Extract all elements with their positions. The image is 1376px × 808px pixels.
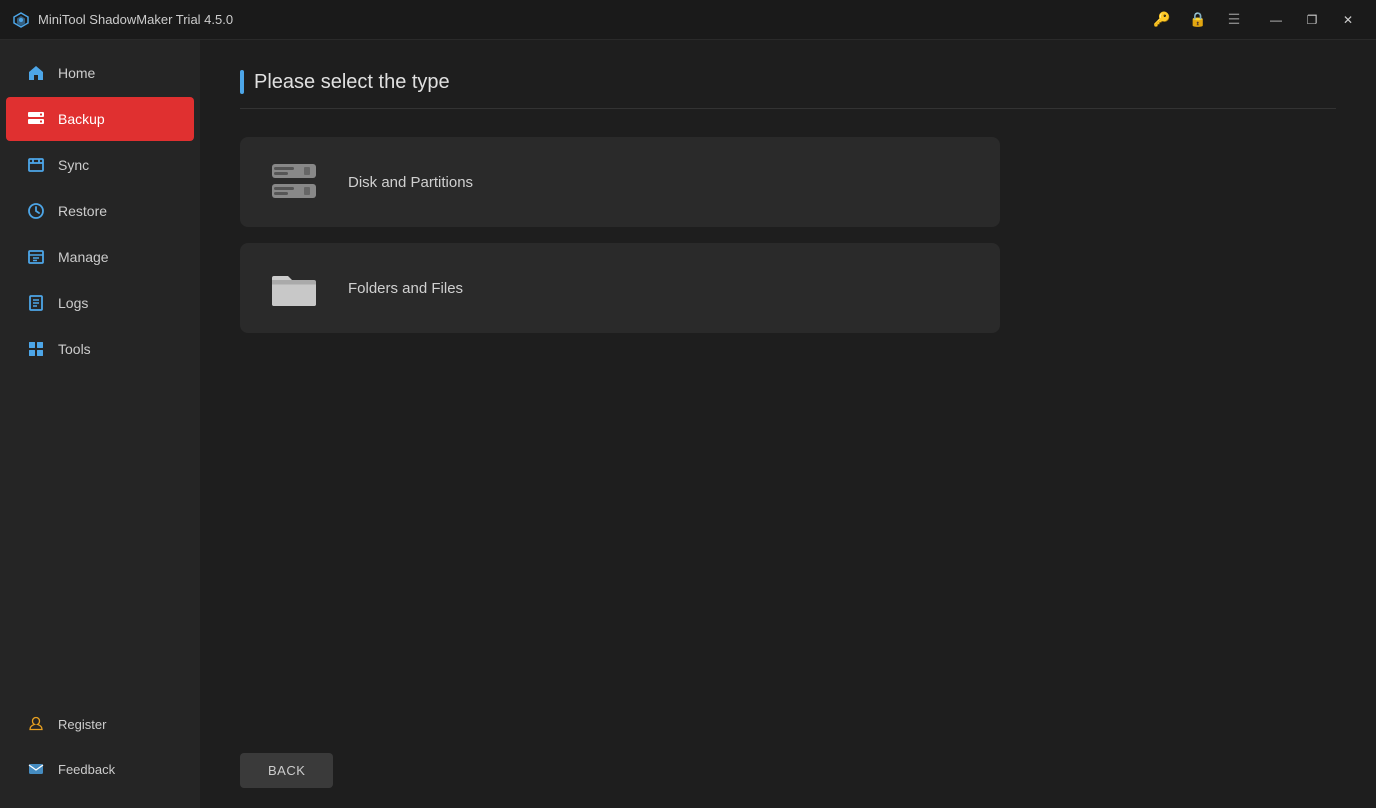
sidebar-item-logs-label: Logs	[58, 295, 88, 311]
section-title: Please select the type	[254, 71, 450, 94]
manage-icon	[26, 247, 46, 267]
sidebar-item-restore[interactable]: Restore	[6, 189, 194, 233]
folders-files-icon	[264, 263, 324, 313]
folders-files-card[interactable]: Folders and Files	[240, 243, 1000, 333]
sidebar-item-logs[interactable]: Logs	[6, 281, 194, 325]
sidebar-item-restore-label: Restore	[58, 203, 107, 219]
sidebar: Home Backup	[0, 40, 200, 808]
sidebar-item-backup[interactable]: Backup	[6, 97, 194, 141]
window-controls: — ❐ ✕	[1260, 6, 1364, 34]
sidebar-item-manage[interactable]: Manage	[6, 235, 194, 279]
app-title: MiniTool ShadowMaker Trial 4.5.0	[38, 12, 233, 27]
sidebar-item-feedback-label: Feedback	[58, 762, 115, 777]
disk-partitions-icon	[264, 157, 324, 207]
close-button[interactable]: ✕	[1332, 6, 1364, 34]
title-accent-bar	[240, 70, 244, 94]
disk-partitions-card[interactable]: Disk and Partitions	[240, 137, 1000, 227]
sync-icon	[26, 155, 46, 175]
header-icons: 🔑 🔒 ☰	[1148, 6, 1248, 34]
home-icon	[26, 63, 46, 83]
folders-files-label: Folders and Files	[348, 280, 463, 297]
register-icon	[26, 714, 46, 734]
sidebar-item-home-label: Home	[58, 65, 95, 81]
title-bar: MiniTool ShadowMaker Trial 4.5.0 🔑 🔒 ☰ —…	[0, 0, 1376, 40]
logs-icon	[26, 293, 46, 313]
sidebar-bottom: Register Feedback	[0, 701, 200, 808]
minimize-button[interactable]: —	[1260, 6, 1292, 34]
app-logo-icon	[12, 11, 30, 29]
sidebar-item-backup-label: Backup	[58, 111, 105, 127]
back-button-area: BACK	[240, 753, 333, 788]
app-layout: Home Backup	[0, 40, 1376, 808]
restore-icon	[26, 201, 46, 221]
sidebar-item-manage-label: Manage	[58, 249, 109, 265]
logo-area: MiniTool ShadowMaker Trial 4.5.0	[12, 11, 1148, 29]
sidebar-item-feedback[interactable]: Feedback	[6, 747, 194, 791]
feedback-icon	[26, 759, 46, 779]
backup-icon	[26, 109, 46, 129]
sidebar-item-sync[interactable]: Sync	[6, 143, 194, 187]
sidebar-item-sync-label: Sync	[58, 157, 89, 173]
sidebar-item-tools[interactable]: Tools	[6, 327, 194, 371]
sidebar-item-register[interactable]: Register	[6, 702, 194, 746]
back-button[interactable]: BACK	[240, 753, 333, 788]
tools-icon	[26, 339, 46, 359]
sidebar-item-register-label: Register	[58, 717, 106, 732]
menu-icon[interactable]: ☰	[1220, 6, 1248, 34]
key-icon[interactable]: 🔑	[1148, 6, 1176, 34]
main-content: Please select the type Disk and Part	[200, 40, 1376, 808]
sidebar-item-tools-label: Tools	[58, 341, 91, 357]
restore-button[interactable]: ❐	[1296, 6, 1328, 34]
sidebar-item-home[interactable]: Home	[6, 51, 194, 95]
disk-partitions-label: Disk and Partitions	[348, 174, 473, 191]
section-title-area: Please select the type	[240, 70, 1336, 109]
lock-icon[interactable]: 🔒	[1184, 6, 1212, 34]
